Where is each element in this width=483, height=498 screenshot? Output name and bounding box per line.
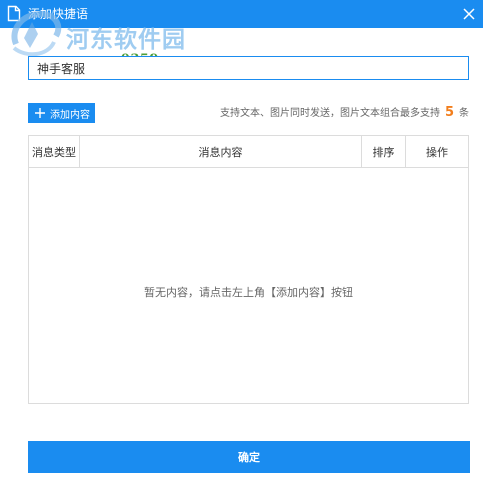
column-header-content: 消息内容 bbox=[80, 136, 362, 167]
message-table: 消息类型 消息内容 排序 操作 暂无内容，请点击左上角【添加内容】按钮 bbox=[28, 135, 469, 404]
title-bar: 添加快捷语 bbox=[0, 0, 483, 28]
close-icon bbox=[463, 8, 475, 20]
window-title: 添加快捷语 bbox=[28, 7, 89, 21]
plus-icon bbox=[35, 108, 45, 118]
column-header-order: 排序 bbox=[362, 136, 406, 167]
hint-prefix: 支持文本、图片同时发送，图片文本组合最多支持 bbox=[219, 108, 440, 119]
column-header-type: 消息类型 bbox=[29, 136, 80, 167]
table-header: 消息类型 消息内容 排序 操作 bbox=[29, 136, 468, 168]
name-input[interactable] bbox=[28, 56, 469, 80]
add-content-label: 添加内容 bbox=[50, 109, 90, 121]
hint-count: 5 bbox=[444, 105, 454, 120]
add-content-button[interactable]: 添加内容 bbox=[28, 103, 95, 123]
confirm-button[interactable]: 确定 bbox=[28, 441, 470, 473]
column-header-actions: 操作 bbox=[426, 145, 448, 159]
empty-state-text: 暂无内容，请点击左上角【添加内容】按钮 bbox=[144, 286, 353, 299]
close-button[interactable] bbox=[455, 0, 483, 28]
limit-hint: 支持文本、图片同时发送，图片文本组合最多支持 5 条 bbox=[220, 104, 469, 123]
hint-suffix: 条 bbox=[459, 108, 469, 119]
document-icon bbox=[7, 5, 21, 22]
